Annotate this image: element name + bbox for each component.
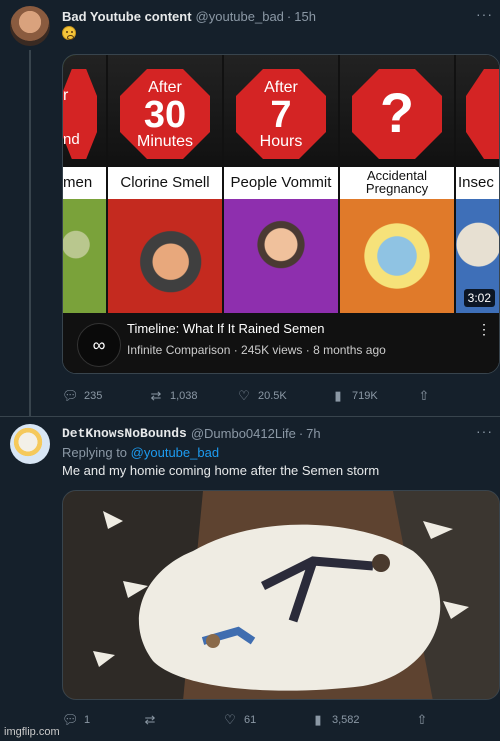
like-button[interactable]: ♡ 20.5K xyxy=(236,388,287,404)
worried-face-emoji-icon xyxy=(62,26,76,40)
views-button[interactable]: ▮ 3,582 xyxy=(310,712,359,728)
share-button[interactable]: ⇧ xyxy=(414,712,436,728)
divider xyxy=(0,416,500,417)
channel-logo[interactable]: ∞ xyxy=(77,323,121,367)
views-button[interactable]: ▮ 719K xyxy=(330,388,377,404)
replying-to: Replying to @youtube_bad xyxy=(62,445,220,460)
author-handle[interactable]: @Dumbo0412Life xyxy=(191,426,296,441)
share-button[interactable]: ⇧ xyxy=(416,388,438,404)
tweet-text: Me and my homie coming home after the Se… xyxy=(62,463,380,478)
timestamp[interactable]: 15h xyxy=(294,9,316,24)
retweet-icon: ⇄ xyxy=(144,712,156,727)
retweet-icon: ⇄ xyxy=(150,388,162,403)
reply-icon: 💬︎ xyxy=(62,712,79,727)
thumbnail-panel-5: Insec 3:02 xyxy=(456,55,499,313)
views-icon: ▮ xyxy=(314,712,322,727)
retweet-button[interactable]: ⇄ 1,038 xyxy=(148,388,198,404)
author-handle[interactable]: @youtube_bad xyxy=(196,9,284,24)
replying-to-link[interactable]: @youtube_bad xyxy=(131,445,219,460)
more-options-icon[interactable]: ··· xyxy=(476,423,493,439)
reply-button[interactable]: 💬︎ 235 xyxy=(62,388,102,404)
retweet-button[interactable]: ⇄ xyxy=(142,712,164,728)
reply-button[interactable]: 💬︎ 1 xyxy=(62,712,90,728)
tweet-actions: 💬︎ 1 ⇄ ♡ 61 ▮ 3,582 ⇧ xyxy=(62,712,500,728)
thread-line xyxy=(29,50,31,416)
thumbnail-panel-2: After 30 Minutes Clorine Smell xyxy=(108,55,224,313)
avatar[interactable] xyxy=(10,424,50,464)
imgflip-watermark: imgflip.com xyxy=(4,726,60,738)
share-icon: ⇧ xyxy=(416,712,428,727)
tweet-header: Bad Youtube content @youtube_bad · 15h xyxy=(62,9,316,24)
avatar[interactable] xyxy=(10,6,50,46)
tweet-actions: 💬︎ 235 ⇄ 1,038 ♡ 20.5K ▮ 719K ⇧ xyxy=(62,388,500,404)
more-options-icon[interactable]: ··· xyxy=(476,6,493,22)
tweet-image[interactable] xyxy=(62,490,500,700)
heart-icon: ♡ xyxy=(224,712,236,727)
thumbnail-panel-4: ? Accidental Pregnancy xyxy=(340,55,456,313)
author-name[interactable]: Bad Youtube content xyxy=(62,9,192,24)
author-name[interactable]: DetKnowsNoBounds xyxy=(62,426,187,441)
thumbnail-panel-3: After 7 Hours People Vommit xyxy=(224,55,340,313)
like-button[interactable]: ♡ 61 xyxy=(222,712,256,728)
views-icon: ▮ xyxy=(334,388,342,403)
video-duration: 3:02 xyxy=(463,289,495,307)
tweet-header: DetKnowsNoBounds @Dumbo0412Life · 7h xyxy=(62,426,321,441)
thumbnail-panel-1: r nd men xyxy=(63,55,108,313)
anime-scene-image xyxy=(63,491,499,699)
share-icon: ⇧ xyxy=(418,388,430,403)
video-title[interactable]: Timeline: What If It Rained Semen xyxy=(127,321,325,336)
video-thumbnail: r nd men After 30 Minutes Clorine Smell Aft… xyxy=(63,55,499,313)
timestamp[interactable]: 7h xyxy=(306,426,320,441)
heart-icon: ♡ xyxy=(238,388,250,403)
video-more-icon[interactable]: ⋮ xyxy=(477,321,491,338)
video-meta: ∞ Timeline: What If It Rained Semen Infi… xyxy=(63,313,499,373)
video-card[interactable]: r nd men After 30 Minutes Clorine Smell Aft… xyxy=(62,54,500,374)
reply-icon: 💬︎ xyxy=(62,388,79,403)
video-subtitle: Infinite Comparison · 245K views · 8 mon… xyxy=(127,343,386,357)
